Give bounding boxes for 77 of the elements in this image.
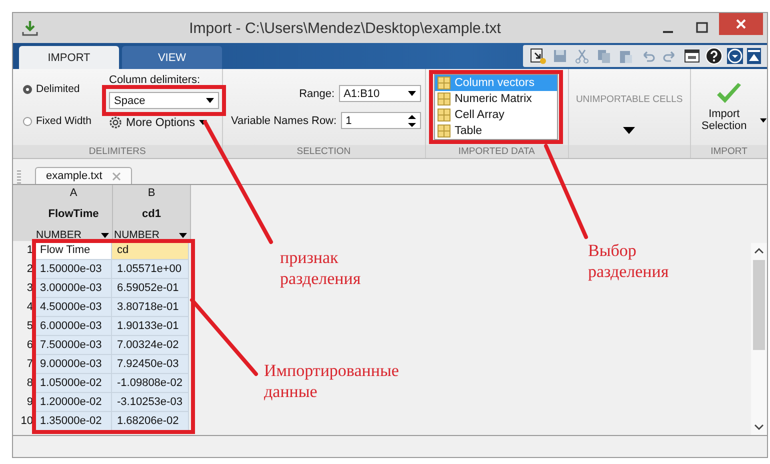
- grid-icon: [436, 92, 451, 106]
- section-label: IMPORT: [691, 145, 767, 158]
- output-type-item[interactable]: Table: [434, 123, 557, 139]
- column-name: FlowTime: [48, 208, 99, 220]
- section-label: SELECTION: [222, 145, 425, 158]
- window-title: Import - C:\Users\Mendez\Desktop\example.txt: [188, 20, 502, 36]
- import-selection-button[interactable]: Import Selection: [691, 82, 767, 132]
- delimiter-dropdown[interactable]: Space: [109, 92, 219, 109]
- table-cell: 6.59052e-01: [112, 279, 189, 298]
- caret-icon: [199, 120, 208, 125]
- grid-icon: [436, 76, 451, 90]
- table-cell: 3.00000e-03: [35, 279, 112, 298]
- table-cell: 7.50000e-03: [35, 336, 112, 355]
- more-options-button[interactable]: More Options: [109, 116, 219, 129]
- scroll-up-icon[interactable]: [754, 247, 764, 254]
- table-cell: 7.00324e-02: [112, 336, 189, 355]
- column-letter: B: [148, 187, 156, 199]
- caret-icon: [760, 118, 767, 122]
- scroll-down-icon[interactable]: [754, 424, 764, 431]
- table-cell: 9.00000e-03: [35, 355, 112, 374]
- collapse-icon[interactable]: [747, 48, 761, 64]
- radio-option[interactable]: Delimited: [23, 83, 109, 95]
- window-icon[interactable]: [683, 47, 701, 65]
- caret-icon: [179, 232, 187, 238]
- table-cell: 1.35000e-02: [35, 412, 112, 431]
- close-icon: [112, 172, 122, 180]
- table-cell: 1.68206e-02: [112, 412, 189, 431]
- table-cell: 6.00000e-03: [35, 317, 112, 336]
- section-label: DELIMITERS: [13, 145, 222, 158]
- help-icon[interactable]: [705, 47, 723, 65]
- vertical-scrollbar[interactable]: [751, 243, 767, 435]
- grid-icon: [436, 108, 451, 122]
- column-delimiters-label: Column delimiters:: [109, 74, 202, 86]
- spinner-arrows-icon: [408, 114, 416, 128]
- table-cell: 7.92450e-03: [112, 355, 189, 374]
- variable-names-row-label: Variable Names Row:: [231, 114, 337, 126]
- range-dropdown[interactable]: A1:B10: [338, 85, 421, 102]
- row-number: 1: [26, 243, 34, 258]
- ribbon-tab[interactable]: VIEW: [122, 46, 222, 69]
- grid-icon: [436, 124, 451, 138]
- table-cell: 1.20000e-02: [35, 393, 112, 412]
- annotation-text: Импортированные данные: [264, 360, 399, 402]
- document-tab[interactable]: example.txt: [35, 167, 132, 184]
- table-cell: 1.50000e-03: [35, 260, 112, 279]
- row-number: 4: [26, 300, 34, 315]
- column-type-dropdown[interactable]: NUMBER: [35, 229, 112, 241]
- table-cell: -3.10253e-03: [112, 393, 189, 412]
- dropdown-circle-icon[interactable]: [727, 48, 743, 64]
- maximize-icon[interactable]: [695, 21, 709, 35]
- annotation-text: Выбор разделения: [588, 240, 669, 282]
- radio-option[interactable]: Fixed Width: [23, 115, 109, 127]
- table-cell: 1.05000e-02: [35, 374, 112, 393]
- output-type-item[interactable]: Cell Array: [434, 107, 557, 123]
- table-cell: 1.05571e+00: [112, 260, 189, 279]
- close-button[interactable]: [719, 13, 763, 35]
- output-type-item[interactable]: Numeric Matrix: [434, 91, 557, 107]
- table-cell: 3.80718e-01: [112, 298, 189, 317]
- ribbon-tab[interactable]: IMPORT: [19, 46, 119, 69]
- unimportable-cells-label: UNIMPORTABLE CELLS: [576, 94, 683, 105]
- table-cell: 4.50000e-03: [35, 298, 112, 317]
- range-label: Range:: [299, 88, 335, 100]
- annotation-text: признак разделения: [280, 247, 361, 290]
- table-cell: -1.09808e-02: [112, 374, 189, 393]
- gear-icon: [109, 116, 122, 129]
- close-icon: [735, 18, 747, 30]
- caret-icon: [101, 232, 109, 238]
- column-letter: A: [70, 187, 78, 199]
- column-name: cd1: [142, 208, 161, 220]
- new-import-icon[interactable]: [529, 47, 547, 65]
- column-type-dropdown[interactable]: NUMBER: [113, 229, 190, 241]
- import-arrow-icon: [21, 19, 39, 37]
- section-label: IMPORTED DATA: [426, 145, 568, 158]
- table-cell: 1.90133e-01: [112, 317, 189, 336]
- caret-icon[interactable]: [623, 127, 636, 134]
- names-row-spinner[interactable]: 1: [340, 112, 421, 129]
- caret-icon: [408, 91, 416, 96]
- caret-icon: [206, 98, 214, 103]
